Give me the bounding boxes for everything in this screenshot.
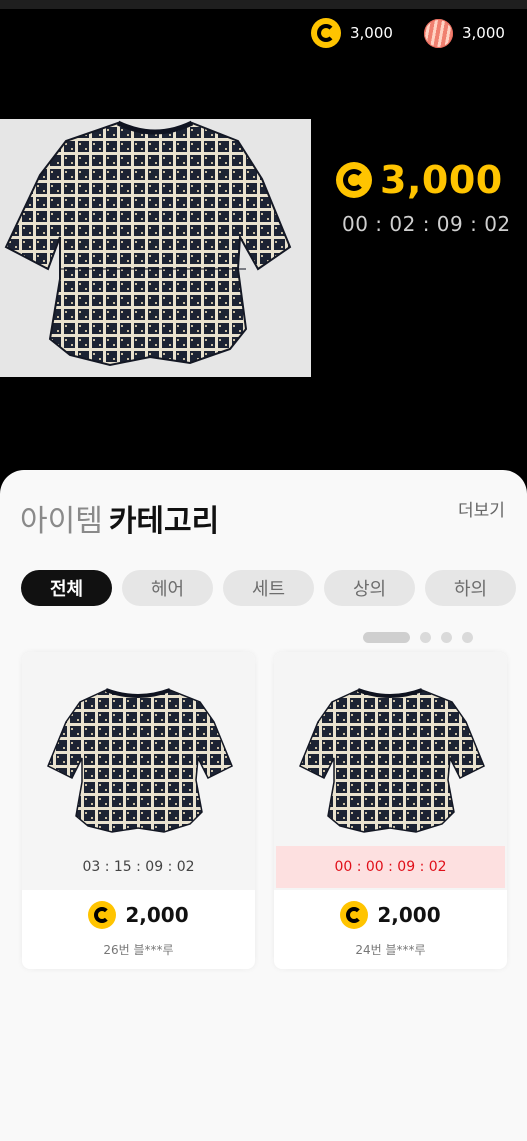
coin-icon bbox=[311, 18, 341, 48]
category-tab-bottom[interactable]: 하의 bbox=[425, 570, 516, 606]
page-dot[interactable] bbox=[462, 632, 473, 643]
category-tab-top[interactable]: 상의 bbox=[324, 570, 415, 606]
item-bidder: 26번 블***루 bbox=[103, 943, 174, 957]
page-indicator bbox=[363, 632, 473, 643]
item-card[interactable]: 00 : 00 : 09 : 02 2,000 24번 블***루 bbox=[274, 652, 507, 969]
blouse-image bbox=[47, 688, 233, 833]
featured-countdown: 00 : 02 : 09 : 02 bbox=[342, 212, 511, 236]
item-price-value: 2,000 bbox=[125, 903, 189, 927]
featured-item-image[interactable] bbox=[0, 119, 311, 377]
blouse-image bbox=[4, 120, 292, 367]
page-dot[interactable] bbox=[420, 632, 431, 643]
item-bidder: 24번 블***루 bbox=[355, 943, 426, 957]
item-category-sheet: 아이템 카테고리 더보기 전체 헤어 세트 상의 하의 03 : 15 : 09 … bbox=[0, 470, 527, 1141]
category-tab-set[interactable]: 세트 bbox=[223, 570, 314, 606]
section-title-bold: 카테고리 bbox=[108, 504, 220, 539]
gem-icon bbox=[424, 18, 453, 48]
category-tabs: 전체 헤어 세트 상의 하의 bbox=[21, 570, 516, 606]
coin-balance-value: 3,000 bbox=[350, 24, 393, 42]
item-price: 2,000 bbox=[274, 901, 507, 929]
item-countdown-urgent: 00 : 00 : 09 : 02 bbox=[276, 846, 505, 888]
category-tab-hair[interactable]: 헤어 bbox=[122, 570, 213, 606]
item-countdown: 03 : 15 : 09 : 02 bbox=[82, 859, 195, 875]
coin-icon bbox=[340, 901, 369, 929]
category-tab-all[interactable]: 전체 bbox=[21, 570, 112, 606]
item-card[interactable]: 03 : 15 : 09 : 02 2,000 26번 블***루 bbox=[22, 652, 255, 969]
item-price-value: 2,000 bbox=[377, 903, 441, 927]
page-dot-active[interactable] bbox=[363, 632, 410, 643]
blouse-image bbox=[299, 688, 485, 833]
section-title: 아이템 카테고리 bbox=[20, 496, 219, 540]
gem-balance: 3,000 bbox=[424, 16, 505, 50]
coin-balance: 3,000 bbox=[311, 16, 393, 50]
page-dot[interactable] bbox=[441, 632, 452, 643]
more-link[interactable]: 더보기 bbox=[458, 496, 505, 521]
status-bar bbox=[0, 0, 527, 9]
featured-price: 3,000 bbox=[336, 158, 503, 202]
featured-price-value: 3,000 bbox=[380, 158, 503, 202]
gem-balance-value: 3,000 bbox=[462, 24, 505, 42]
item-price: 2,000 bbox=[22, 901, 255, 929]
section-title-light: 아이템 bbox=[20, 504, 103, 539]
coin-icon bbox=[88, 901, 117, 929]
coin-icon bbox=[336, 162, 372, 198]
